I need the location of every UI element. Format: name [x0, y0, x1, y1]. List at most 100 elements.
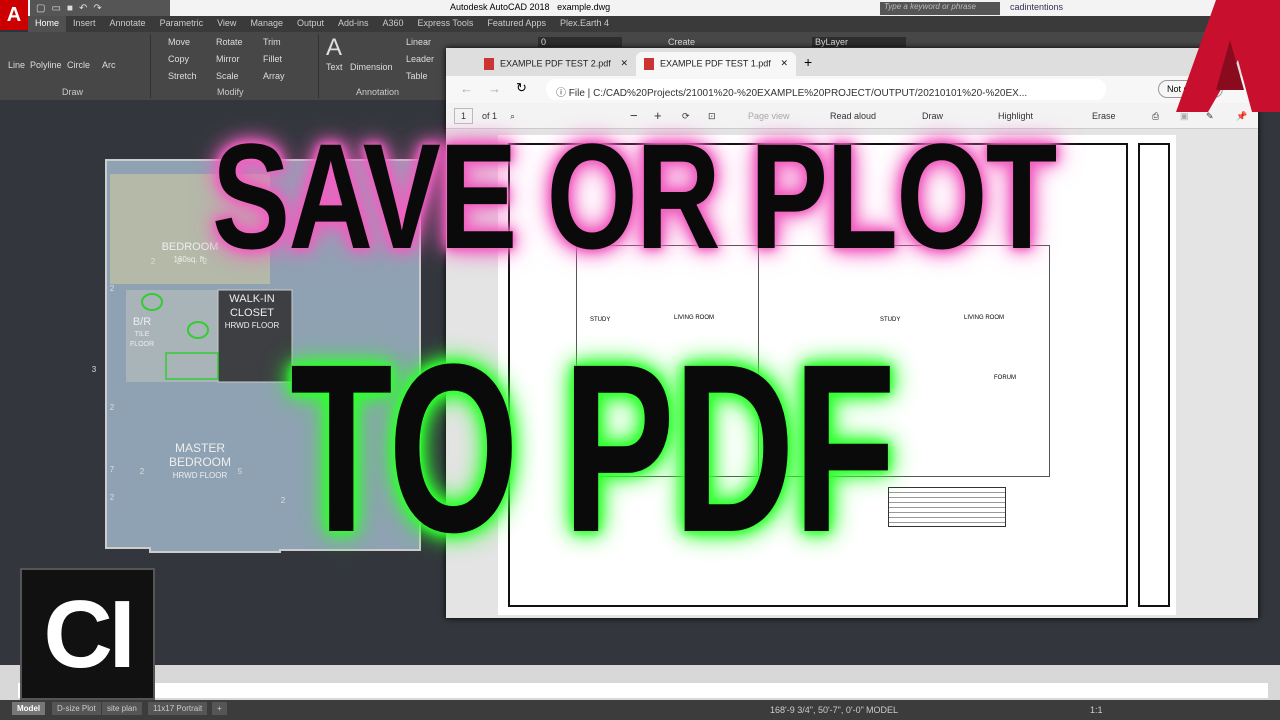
mirror-button[interactable]: Mirror — [216, 54, 240, 64]
back-icon[interactable]: ← — [460, 81, 473, 96]
tab-parametric[interactable]: Parametric — [153, 16, 211, 32]
layout-tab-site-plan[interactable]: site plan — [102, 702, 142, 715]
undo-icon[interactable]: ↶ — [79, 3, 87, 14]
window-title: Autodesk AutoCAD 2018 example.dwg — [450, 2, 610, 12]
user-account[interactable]: cadintentions — [1010, 2, 1063, 12]
coordinates-readout: 168'-9 3/4", 50'-7", 0'-0" — [770, 705, 864, 715]
erase-button[interactable]: Erase — [1092, 111, 1116, 121]
room-label: WALK-IN — [229, 293, 274, 305]
tag: 2 — [110, 403, 115, 412]
tag: 2 — [177, 257, 182, 266]
command-input[interactable] — [18, 683, 1268, 698]
print-icon[interactable]: ⎙ — [1152, 111, 1159, 122]
floor-label: TILE — [135, 331, 150, 338]
tab-express-tools[interactable]: Express Tools — [411, 16, 481, 32]
save-as-icon[interactable]: ✎ — [1206, 111, 1214, 122]
tab-plex-earth[interactable]: Plex.Earth 4 — [553, 16, 616, 32]
plan-label: LIVING ROOM — [964, 315, 1005, 321]
rotate-button[interactable]: Rotate — [216, 37, 243, 47]
headline-save-or-plot: SAVE OR PLOT — [212, 112, 1057, 280]
copy-button[interactable]: Copy — [168, 54, 189, 64]
pin-icon[interactable]: 📌 — [1236, 111, 1247, 122]
tag: 3 — [92, 365, 97, 374]
save-icon[interactable]: ■ — [67, 3, 73, 14]
create-block-button[interactable]: Create — [668, 37, 695, 47]
tag: 7 — [110, 465, 115, 474]
divider — [318, 34, 319, 98]
tag: 2 — [110, 493, 115, 502]
tab-pdf-test-1[interactable]: EXAMPLE PDF TEST 1.pdf ✕ — [636, 52, 796, 76]
text-icon[interactable]: A — [326, 34, 342, 62]
browser-tab-strip: EXAMPLE PDF TEST 2.pdf ✕ EXAMPLE PDF TEST… — [446, 48, 1258, 76]
color-dropdown[interactable]: ByLayer — [812, 37, 906, 47]
app-title: Autodesk AutoCAD 2018 — [450, 2, 550, 12]
fillet-button[interactable]: Fillet — [263, 54, 282, 64]
close-icon[interactable]: ✕ — [620, 58, 628, 69]
tab-view[interactable]: View — [210, 16, 243, 32]
tag: 2 — [140, 467, 145, 476]
floor-label: HRWD FLOOR — [173, 471, 228, 480]
file-name: example.dwg — [557, 2, 611, 12]
array-button[interactable]: Array — [263, 71, 285, 81]
layer-dropdown[interactable]: 0 — [538, 37, 622, 47]
annotation-scale[interactable]: 1:1 — [1090, 705, 1103, 715]
channel-logo: CI — [20, 568, 155, 700]
forward-icon[interactable]: → — [488, 81, 501, 96]
annotation-panel-label[interactable]: Annotation — [356, 87, 399, 97]
quick-access-toolbar[interactable]: ▢ ▭ ■ ↶ ↷ — [30, 0, 170, 16]
close-icon[interactable]: ✕ — [780, 58, 788, 69]
url-text: C:/CAD%20Projects/21001%20-%20EXAMPLE%20… — [593, 88, 1028, 99]
tab-pdf-test-2[interactable]: EXAMPLE PDF TEST 2.pdf ✕ — [476, 52, 636, 76]
tab-output[interactable]: Output — [290, 16, 331, 32]
tab-title: EXAMPLE PDF TEST 2.pdf — [500, 58, 611, 69]
application-menu-button[interactable]: A — [0, 0, 28, 30]
tab-addins[interactable]: Add-ins — [331, 16, 376, 32]
leader-button[interactable]: Leader — [406, 54, 434, 64]
plan-label: FORUM — [994, 375, 1016, 381]
room-label: B/R — [133, 316, 151, 328]
layout-tab-model[interactable]: Model — [12, 702, 46, 715]
new-icon[interactable]: ▢ — [36, 3, 45, 14]
trim-button[interactable]: Trim — [263, 37, 281, 47]
redo-icon[interactable]: ↷ — [93, 3, 101, 14]
room-label: CLOSET — [230, 307, 274, 319]
layout-tab-d-size[interactable]: D-size Plot — [52, 702, 101, 715]
text-button[interactable]: Text — [326, 62, 343, 72]
tab-title: EXAMPLE PDF TEST 1.pdf — [660, 58, 771, 69]
layout-tab-11x17[interactable]: 11x17 Portrait — [148, 702, 208, 715]
stretch-button[interactable]: Stretch — [168, 71, 197, 81]
arc-button[interactable]: Arc — [102, 60, 116, 70]
circle-button[interactable]: Circle — [67, 60, 90, 70]
add-layout-button[interactable]: + — [212, 702, 227, 715]
file-label: File — [568, 88, 585, 99]
dimension-button[interactable]: Dimension — [350, 62, 393, 72]
tab-featured-apps[interactable]: Featured Apps — [480, 16, 553, 32]
title-bar — [0, 0, 1280, 16]
open-icon[interactable]: ▭ — [51, 3, 60, 14]
refresh-icon[interactable]: ↻ — [516, 80, 527, 96]
url-input[interactable]: ⓘ File | C:/CAD%20Projects/21001%20-%20E… — [546, 79, 1106, 100]
tag: 2 — [203, 257, 208, 266]
divider — [150, 34, 151, 98]
polyline-button[interactable]: Polyline — [30, 60, 62, 70]
modify-panel-label[interactable]: Modify — [217, 87, 244, 97]
line-button[interactable]: Line — [8, 60, 25, 70]
save-icon[interactable]: ▣ — [1180, 111, 1189, 122]
command-line — [0, 665, 1280, 700]
table-button[interactable]: Table — [406, 71, 428, 81]
tab-annotate[interactable]: Annotate — [103, 16, 153, 32]
move-button[interactable]: Move — [168, 37, 190, 47]
tab-a360[interactable]: A360 — [376, 16, 411, 32]
draw-panel-label[interactable]: Draw — [62, 87, 83, 97]
scale-button[interactable]: Scale — [216, 71, 239, 81]
tab-manage[interactable]: Manage — [243, 16, 290, 32]
search-input[interactable]: Type a keyword or phrase — [880, 2, 1000, 15]
pdf-icon — [484, 58, 494, 70]
new-tab-button[interactable]: + — [804, 54, 812, 70]
tab-insert[interactable]: Insert — [66, 16, 103, 32]
tab-home[interactable]: Home — [28, 16, 67, 32]
room-label: BEDROOM — [162, 241, 219, 253]
linear-button[interactable]: Linear — [406, 37, 431, 47]
schedule-table — [888, 487, 1006, 527]
model-space-toggle[interactable]: MODEL — [866, 705, 898, 715]
